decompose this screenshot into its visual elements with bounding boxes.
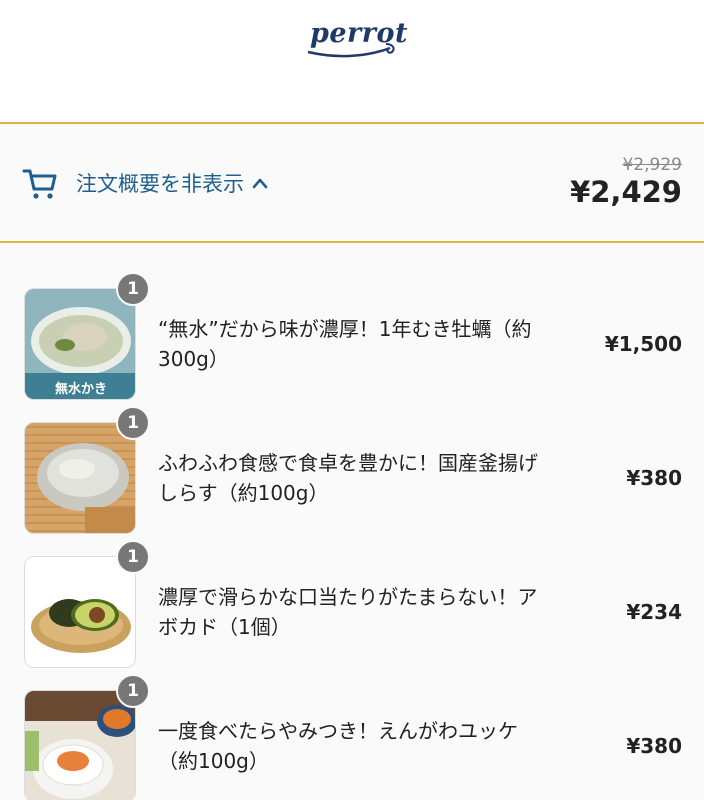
logo-text: perrot (310, 18, 408, 49)
chevron-up-icon (252, 174, 268, 193)
quantity-badge: 1 (116, 272, 150, 306)
item-price: ¥1,500 (604, 332, 682, 356)
item-name: 一度食べたらやみつき！えんがわユッケ（約100g） (158, 719, 518, 773)
item-price: ¥234 (626, 600, 682, 624)
quantity-badge: 1 (116, 674, 150, 708)
item-price: ¥380 (626, 734, 682, 758)
original-total: ¥2,929 (622, 154, 682, 175)
order-totals: ¥2,929 ¥2,429 (570, 155, 682, 210)
item-name: 濃厚で滑らかな口当たりがたまらない！アボカド（1個） (158, 585, 538, 639)
item-name: “無水”だから味が濃厚！1年むき牡蠣（約300g） (158, 317, 532, 371)
hide-summary-label: 注文概要を非表示 (76, 171, 244, 196)
line-item: 1 ふわふわ食感で食卓を豊かに！国産釜揚げしらす（約100g） ¥380 (0, 406, 704, 545)
quantity-badge: 1 (116, 540, 150, 574)
order-summary-bar[interactable]: 注文概要を非表示 ¥2,929 ¥2,429 (0, 122, 704, 243)
product-image-avocado (24, 556, 136, 668)
order-total: ¥2,429 (570, 175, 682, 210)
product-image-caption: 無水かき (55, 381, 107, 397)
line-item: 1 一度食べたらやみつき！えんがわユッケ（約100g） ¥380 (0, 674, 704, 800)
quantity-badge: 1 (116, 406, 150, 440)
brand-logo[interactable]: perrot (304, 14, 408, 60)
product-image-oyster: 無水かき (24, 288, 136, 400)
hide-summary-toggle[interactable]: 注文概要を非表示 (76, 168, 268, 198)
line-item: 1 濃厚で滑らかな口当たりがたまらない！アボカド（1個） ¥234 (0, 540, 704, 679)
product-image-shirasu (24, 422, 136, 534)
item-price: ¥380 (626, 466, 682, 490)
item-name: ふわふわ食感で食卓を豊かに！国産釜揚げしらす（約100g） (158, 451, 538, 505)
line-item: 無水かき 1 “無水”だから味が濃厚！1年むき牡蠣（約300g） ¥1,500 (0, 272, 704, 411)
cart-icon (22, 165, 58, 201)
product-image-engawa-yukke (24, 690, 136, 800)
line-items-list: 無水かき 1 “無水”だから味が濃厚！1年むき牡蠣（約300g） ¥1,500 (0, 243, 704, 800)
header: perrot (0, 0, 704, 122)
